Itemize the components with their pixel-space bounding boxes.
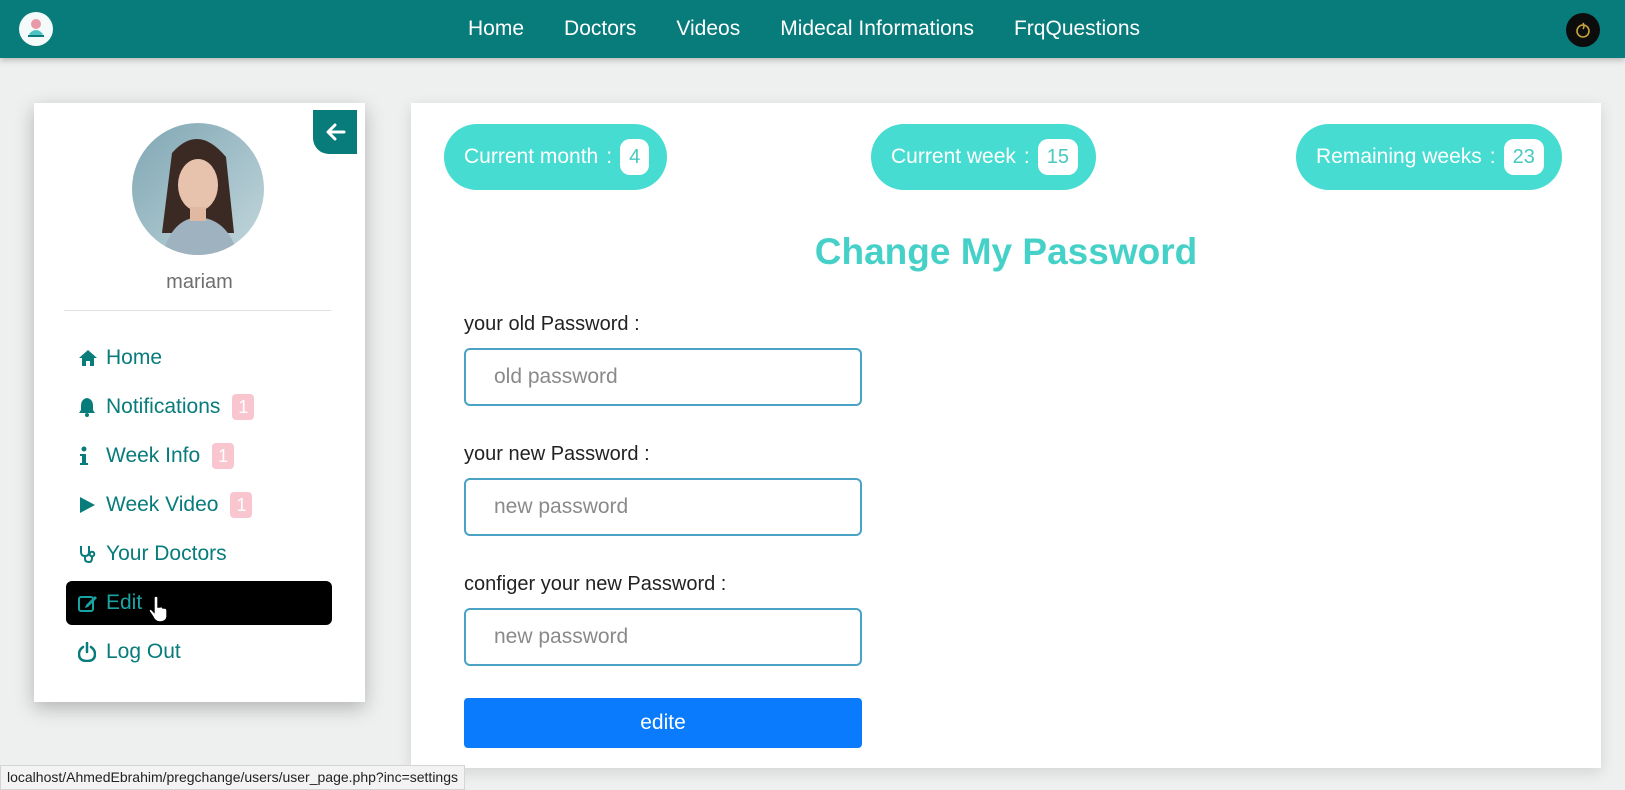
sidebar-item-label: Notifications: [106, 395, 221, 418]
notification-count-badge: 1: [232, 394, 255, 420]
sidebar-item-label: Your Doctors: [106, 542, 227, 565]
info-icon: [78, 446, 100, 466]
change-password-form: your old Password : your new Password : …: [464, 309, 862, 699]
stethoscope-icon: [78, 544, 100, 564]
current-week-separator: :: [1023, 145, 1030, 168]
sidebar-item-notifications[interactable]: Notifications 1: [66, 385, 332, 429]
sidebar-item-label: Log Out: [106, 640, 181, 663]
week-video-count-badge: 1: [230, 492, 253, 518]
current-month-label: Current month: [464, 145, 599, 168]
remaining-weeks-label: Remaining weeks: [1316, 145, 1482, 168]
nav-doctors[interactable]: Doctors: [544, 17, 656, 41]
remaining-weeks-pill: Remaining weeks : 23: [1296, 124, 1562, 190]
nav-home[interactable]: Home: [468, 17, 544, 41]
home-icon: [78, 349, 100, 367]
old-password-input[interactable]: [464, 348, 862, 406]
arrow-left-icon: [326, 123, 346, 141]
remaining-weeks-separator: :: [1489, 145, 1496, 168]
current-month-value: 4: [620, 139, 650, 175]
week-info-count-badge: 1: [212, 443, 235, 469]
old-password-label: your old Password :: [464, 313, 640, 335]
sidebar-item-label: Home: [106, 346, 163, 369]
sidebar-item-home[interactable]: Home: [66, 336, 332, 380]
profile-username: mariam: [166, 271, 233, 293]
sidebar-item-label: Week Info: [106, 444, 201, 467]
submit-edit-button[interactable]: edite: [464, 698, 862, 748]
page-title: Change My Password: [814, 231, 1198, 272]
nav-videos[interactable]: Videos: [656, 17, 760, 41]
sidebar-item-week-video[interactable]: Week Video 1: [66, 483, 332, 527]
sidebar-item-log-out[interactable]: Log Out: [66, 630, 332, 674]
new-password-label: your new Password :: [464, 443, 650, 465]
user-avatar-icon[interactable]: [1566, 13, 1600, 47]
hand-cursor-icon: [148, 595, 168, 623]
current-week-label: Current week: [891, 145, 1016, 168]
sidebar-item-your-doctors[interactable]: Your Doctors: [66, 532, 332, 576]
nav-faq[interactable]: FrqQuestions: [994, 17, 1160, 41]
bell-icon: [78, 397, 100, 417]
current-month-pill: Current month : 4: [444, 124, 668, 190]
profile-sidebar: mariam Home Notifications 1 Week Info 1: [34, 103, 365, 702]
sidebar-item-label: Week Video: [106, 493, 219, 516]
sidebar-menu: Home Notifications 1 Week Info 1 Week Vi…: [66, 336, 332, 679]
nav-medical-informations[interactable]: Midecal Informations: [760, 17, 994, 41]
browser-status-url: localhost/AhmedEbrahim/pregchange/users/…: [0, 765, 466, 790]
main-content-card: Current month : 4 Current week : 15 Rema…: [411, 103, 1601, 768]
profile-photo: [132, 123, 264, 255]
current-month-separator: :: [606, 145, 613, 168]
main-nav: Home Doctors Videos Midecal Informations…: [468, 0, 1160, 58]
sidebar-item-week-info[interactable]: Week Info 1: [66, 434, 332, 478]
confirm-password-input[interactable]: [464, 608, 862, 666]
app-logo-icon[interactable]: [19, 12, 53, 46]
collapse-sidebar-button[interactable]: [313, 110, 357, 154]
new-password-input[interactable]: [464, 478, 862, 536]
sidebar-item-edit[interactable]: Edit: [66, 581, 332, 625]
confirm-password-label: configer your new Password :: [464, 573, 727, 595]
edit-icon: [78, 594, 100, 612]
play-icon: [78, 496, 100, 514]
top-navbar: Home Doctors Videos Midecal Informations…: [0, 0, 1625, 58]
current-week-value: 15: [1037, 139, 1078, 175]
remaining-weeks-value: 23: [1503, 139, 1544, 175]
power-icon: [78, 642, 100, 662]
divider: [64, 310, 331, 311]
current-week-pill: Current week : 15: [871, 124, 1096, 190]
sidebar-item-label: Edit: [106, 591, 143, 614]
